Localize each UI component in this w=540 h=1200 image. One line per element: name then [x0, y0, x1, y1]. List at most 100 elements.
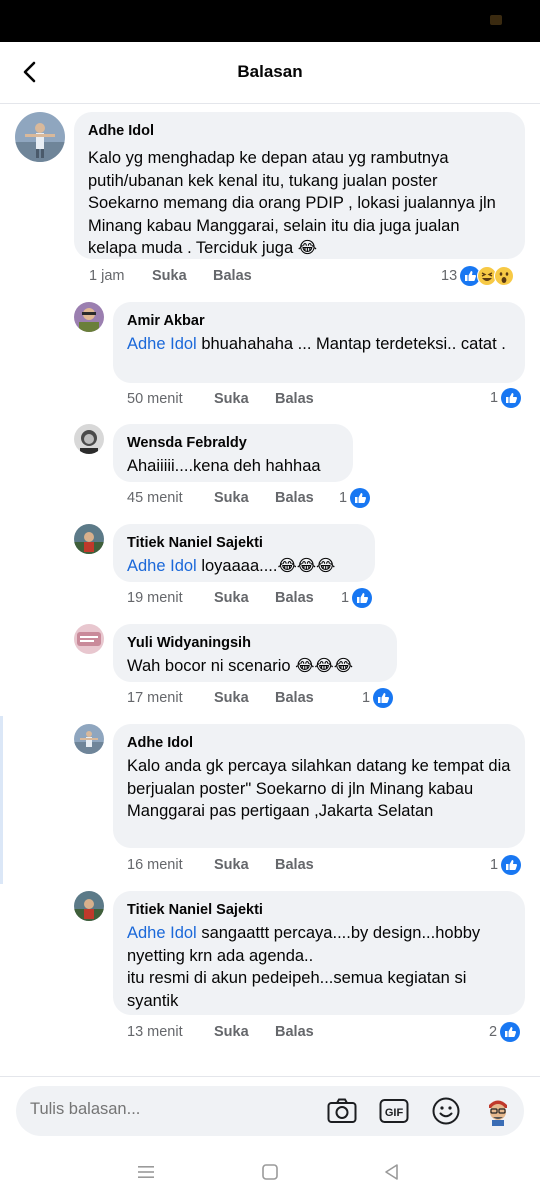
status-indicator-icon — [490, 15, 502, 25]
reaction-summary[interactable]: 13 — [441, 265, 515, 287]
reply-composer: GIF — [16, 1086, 524, 1136]
reply-meta: 16 menit Suka Balas — [127, 855, 327, 875]
reply-button[interactable]: Balas — [275, 488, 314, 508]
reply-button[interactable]: Balas — [275, 389, 314, 409]
menu-icon — [138, 1166, 154, 1178]
avatar[interactable] — [74, 302, 104, 332]
comment-meta: 1 jam Suka Balas — [89, 266, 289, 286]
reaction-summary[interactable]: 1 — [339, 487, 371, 509]
mention-link[interactable]: Adhe Idol — [127, 557, 197, 575]
comment-bubble: Adhe Idol Kalo yg menghadap ke depan ata… — [74, 112, 525, 259]
svg-text:GIF: GIF — [385, 1107, 404, 1119]
reply-meta: 13 menit Suka Balas — [127, 1022, 327, 1042]
timestamp: 19 menit — [127, 590, 183, 606]
avatar[interactable] — [74, 424, 104, 454]
reaction-count: 1 — [490, 857, 499, 873]
reaction-summary[interactable]: 1 — [490, 387, 522, 409]
reply-button[interactable]: Balas — [275, 855, 314, 875]
reply-meta: 17 menit Suka Balas — [127, 688, 327, 708]
reaction-summary[interactable]: 1 — [362, 687, 394, 709]
recent-apps-button[interactable] — [132, 1160, 160, 1184]
reaction-summary[interactable]: 2 — [489, 1021, 521, 1043]
avatar-sticker-icon — [489, 1100, 507, 1126]
emoji-button[interactable] — [430, 1095, 462, 1127]
reply-author[interactable]: Amir Akbar — [127, 311, 511, 331]
reply-text: Adhe Idol loyaaaa....😂😂😂 — [127, 557, 336, 575]
like-button[interactable]: Suka — [214, 855, 249, 875]
reply-author[interactable]: Titiek Naniel Sajekti — [127, 900, 511, 920]
timestamp: 45 menit — [127, 490, 183, 506]
like-button[interactable]: Suka — [214, 688, 249, 708]
like-reaction-icon — [352, 588, 373, 608]
timestamp: 50 menit — [127, 391, 183, 407]
like-button[interactable]: Suka — [214, 588, 249, 608]
reply-author[interactable]: Adhe Idol — [127, 733, 511, 753]
camera-button[interactable] — [326, 1095, 358, 1127]
avatar-sticker-button[interactable] — [482, 1095, 514, 1127]
reply-button[interactable]: Balas — [275, 688, 314, 708]
reaction-count: 1 — [490, 390, 499, 406]
reaction-count: 1 — [362, 690, 371, 706]
gif-button[interactable]: GIF — [378, 1095, 410, 1127]
like-reaction-icon — [500, 1022, 521, 1042]
avatar[interactable] — [15, 112, 65, 162]
reply-author[interactable]: Yuli Widyaningsih — [127, 633, 383, 653]
timestamp: 17 menit — [127, 690, 183, 706]
status-bar — [0, 0, 540, 42]
composer-divider — [0, 1076, 540, 1077]
reply-bubble: Yuli Widyaningsih Wah bocor ni scenario … — [113, 624, 397, 682]
reply-bubble: Amir Akbar Adhe Idol bhuahahaha ... Mant… — [113, 302, 525, 383]
reply-bubble: Wensda Febraldy Ahaiiiii....kena deh hah… — [113, 424, 353, 482]
reaction-summary[interactable]: 1 — [490, 854, 522, 876]
avatar[interactable] — [74, 724, 104, 754]
header: Balasan — [0, 42, 540, 104]
reply-text: Adhe Idol bhuahahaha ... Mantap terdetek… — [127, 335, 506, 353]
timestamp: 13 menit — [127, 1024, 183, 1040]
avatar[interactable] — [74, 624, 104, 654]
like-reaction-icon — [501, 388, 522, 408]
reaction-count: 1 — [341, 590, 350, 606]
gif-icon: GIF — [379, 1099, 409, 1123]
reply-text: Ahaiiiii....kena deh hahhaa — [127, 457, 321, 475]
reply-meta: 50 menit Suka Balas — [127, 389, 327, 409]
like-reaction-icon — [350, 488, 371, 508]
timestamp: 16 menit — [127, 857, 183, 873]
page-title: Balasan — [237, 62, 303, 81]
system-nav-bar — [0, 1146, 540, 1200]
comment-text: Kalo yg menghadap ke depan atau yg rambu… — [88, 149, 496, 257]
wow-reaction-icon — [494, 266, 515, 286]
like-button[interactable]: Suka — [152, 266, 187, 286]
home-button[interactable] — [256, 1160, 284, 1184]
reply-text: Wah bocor ni scenario 😂😂😂 — [127, 657, 353, 675]
back-nav-button[interactable] — [378, 1160, 406, 1184]
reply-author[interactable]: Titiek Naniel Sajekti — [127, 533, 361, 553]
like-button[interactable]: Suka — [214, 389, 249, 409]
like-button[interactable]: Suka — [214, 1022, 249, 1042]
reply-meta: 19 menit Suka Balas — [127, 588, 327, 608]
reply-button[interactable]: Balas — [275, 1022, 314, 1042]
reply-author[interactable]: Wensda Febraldy — [127, 433, 339, 453]
smiley-icon — [432, 1097, 460, 1125]
reaction-count: 13 — [441, 268, 458, 284]
reply-button[interactable]: Balas — [213, 266, 252, 286]
avatar[interactable] — [74, 891, 104, 921]
reaction-count: 1 — [339, 490, 348, 506]
avatar[interactable] — [74, 524, 104, 554]
reply-input[interactable] — [30, 1100, 290, 1119]
reply-text: Kalo anda gk percaya silahkan datang ke … — [127, 757, 511, 820]
reply-button[interactable]: Balas — [275, 588, 314, 608]
like-reaction-icon — [501, 855, 522, 875]
timestamp: 1 jam — [89, 268, 125, 284]
reply-text: Adhe Idol sangaattt percaya....by design… — [127, 924, 481, 1010]
mention-link[interactable]: Adhe Idol — [127, 924, 197, 942]
camera-icon — [327, 1098, 357, 1123]
comment-author[interactable]: Adhe Idol — [88, 121, 511, 141]
like-button[interactable]: Suka — [214, 488, 249, 508]
mention-link[interactable]: Adhe Idol — [127, 335, 197, 353]
reply-bubble: Titiek Naniel Sajekti Adhe Idol loyaaaa.… — [113, 524, 375, 582]
home-square-icon — [262, 1164, 278, 1180]
back-triangle-icon — [385, 1164, 398, 1180]
reaction-summary[interactable]: 1 — [341, 587, 373, 609]
reply-bubble: Titiek Naniel Sajekti Adhe Idol sangaatt… — [113, 891, 525, 1015]
thread-highlight-line — [0, 716, 3, 884]
